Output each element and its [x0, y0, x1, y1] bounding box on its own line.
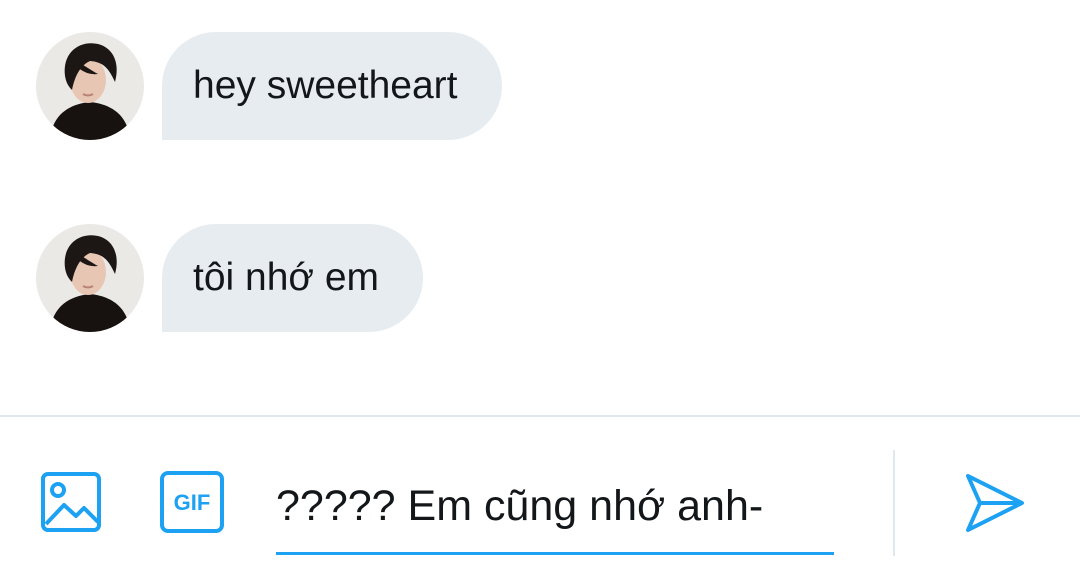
add-media-button[interactable]: [40, 471, 102, 533]
avatar-image: [36, 224, 144, 332]
composer-vertical-divider: [893, 450, 895, 556]
composer-divider: [0, 415, 1080, 417]
gif-button[interactable]: GIF: [160, 471, 224, 533]
avatar[interactable]: [36, 32, 144, 140]
message-bubble: hey sweetheart: [162, 32, 502, 140]
gif-label: GIF: [174, 490, 211, 515]
message-row: hey sweetheart: [36, 32, 502, 140]
message-input[interactable]: [276, 460, 834, 555]
image-icon: [41, 472, 101, 532]
gif-icon: GIF: [160, 471, 224, 533]
message-bubble: tôi nhớ em: [162, 224, 423, 332]
avatar[interactable]: [36, 224, 144, 332]
avatar-image: [36, 32, 144, 140]
send-icon: [966, 474, 1024, 532]
message-row: tôi nhớ em: [36, 224, 423, 332]
send-button[interactable]: [964, 472, 1026, 534]
